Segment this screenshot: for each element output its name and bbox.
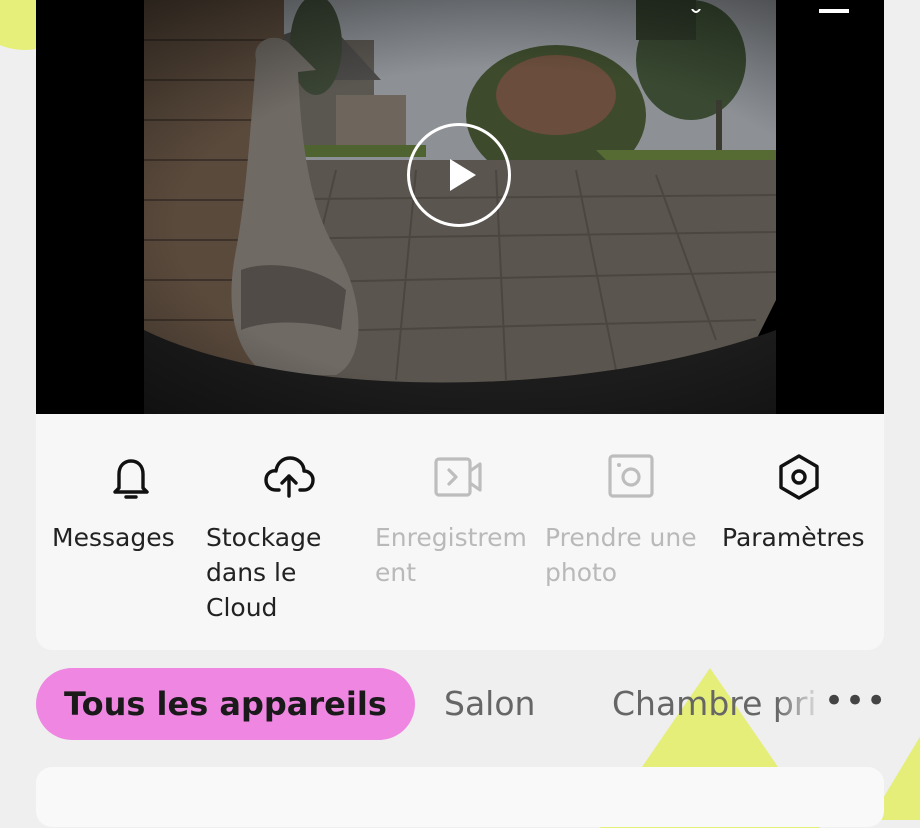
status-indicator-icon [684,0,714,13]
settings-label: Paramètres [722,523,865,552]
play-button[interactable] [407,123,511,227]
device-card[interactable] [36,767,884,827]
tab-salon[interactable]: Salon [444,668,535,740]
cloud-storage-label: Stockage dans le Cloud [206,523,322,622]
more-tabs-button[interactable]: ••• [824,684,886,722]
snapshot-label: Prendre une photo [545,523,697,587]
camera-actions: Messages Stockage dans le Cloud Enregist… [36,414,884,650]
video-preview[interactable] [36,0,884,414]
snapshot-button[interactable]: Prendre une photo [545,450,713,590]
tab-all-devices[interactable]: Tous les appareils [36,668,415,740]
camera-card: Messages Stockage dans le Cloud Enregist… [36,0,884,650]
messages-label: Messages [52,523,175,552]
video-record-icon [434,457,482,497]
settings-button[interactable]: Paramètres [722,450,884,555]
cloud-storage-button[interactable]: Stockage dans le Cloud [206,450,374,625]
fullscreen-icon[interactable] [818,0,852,13]
hexagon-settings-icon [779,454,819,500]
record-label: Enregistrement [375,523,527,587]
play-icon [450,159,476,191]
room-tabs: Tous les appareils Salon Chambre pri ••• [36,668,886,740]
cloud-upload-icon [264,456,315,498]
record-button[interactable]: Enregistrement [375,450,543,590]
camera-snapshot-icon [608,454,654,498]
messages-button[interactable]: Messages [52,450,220,555]
bell-icon [113,459,149,499]
